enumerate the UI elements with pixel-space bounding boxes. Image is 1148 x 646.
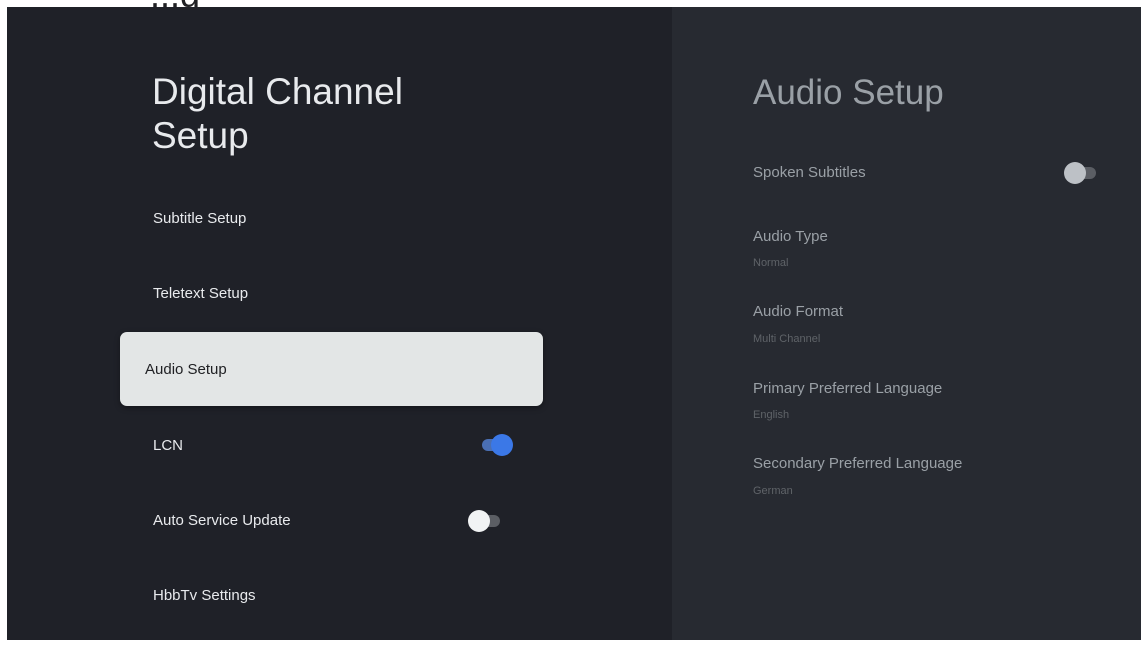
primary-language-value: English — [753, 409, 790, 421]
auto-service-update-toggle[interactable] — [468, 509, 502, 533]
primary-language-label: Primary Preferred Language — [753, 380, 943, 397]
menu-item-hbbtv-settings[interactable]: HbbTv Settings — [120, 558, 543, 632]
secondary-language-label: Secondary Preferred Language — [753, 455, 963, 472]
menu-item-audio-setup[interactable]: Audio Setup — [120, 332, 543, 406]
menu-item-label: Audio Setup — [145, 360, 227, 378]
audio-type-value: Normal — [753, 257, 789, 269]
menu-item-label: LCN — [153, 436, 184, 454]
menu-item-teletext-setup[interactable]: Teletext Setup — [120, 256, 543, 330]
menu-item-subtitle-setup[interactable]: Subtitle Setup — [120, 181, 543, 255]
secondary-language-value: German — [753, 485, 793, 497]
toggle-knob — [491, 434, 513, 456]
toggle-knob — [1064, 162, 1086, 184]
menu-item-label: Auto Service Update — [153, 511, 291, 529]
menu-item-label: Subtitle Setup — [153, 209, 247, 227]
audio-format-value: Multi Channel — [753, 333, 821, 345]
menu-title: Digital Channel Setup — [152, 71, 403, 156]
toggle-knob — [468, 510, 490, 532]
spoken-subtitles-toggle[interactable] — [1064, 161, 1098, 185]
menu-item-label: Teletext Setup — [153, 284, 249, 302]
lcn-toggle[interactable] — [478, 433, 513, 457]
audio-type-label: Audio Type — [753, 228, 828, 245]
audio-format-label: Audio Format — [753, 303, 844, 320]
menu-item-label: HbbTv Settings — [153, 586, 256, 604]
detail-title: Audio Setup — [753, 73, 944, 112]
spoken-subtitles-label: Spoken Subtitles — [753, 164, 866, 181]
